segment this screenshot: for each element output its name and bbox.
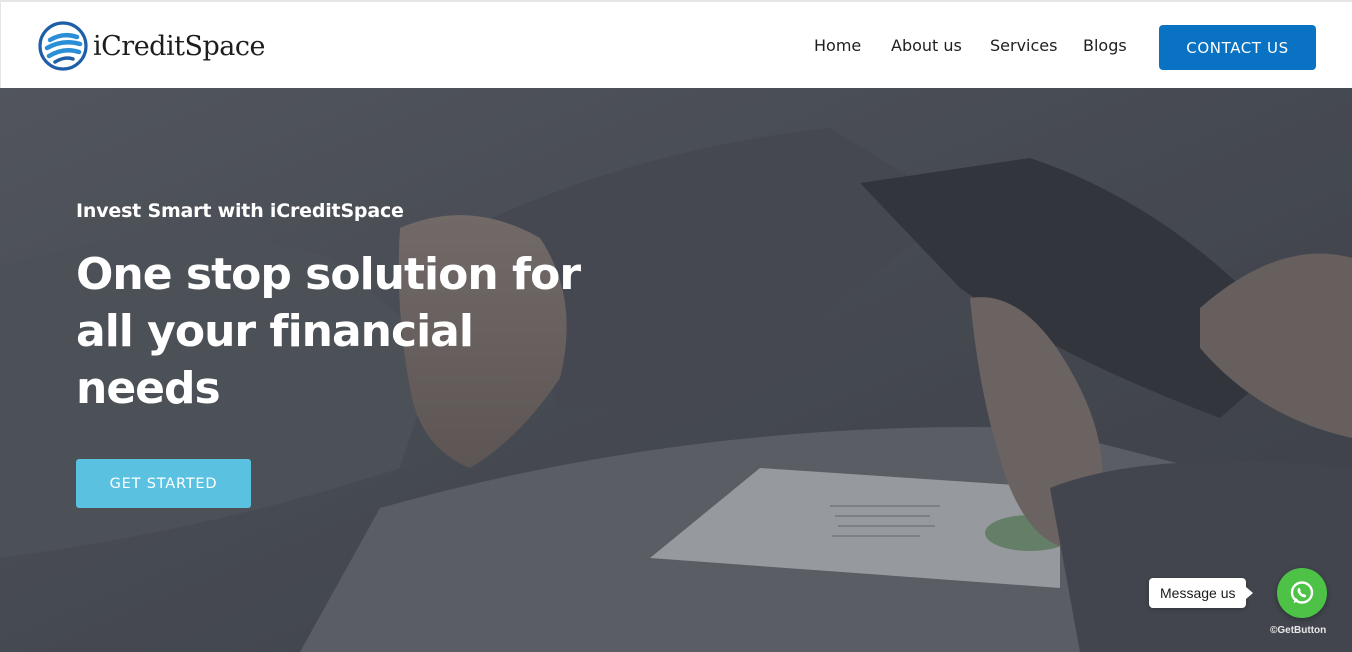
hero-title: One stop solution for all your financial… <box>76 246 636 417</box>
get-started-button[interactable]: GET STARTED <box>76 459 251 508</box>
hero-section: Invest Smart with iCreditSpace One stop … <box>0 88 1352 652</box>
message-us-tooltip[interactable]: Message us <box>1149 578 1255 608</box>
hero-eyebrow: Invest Smart with iCreditSpace <box>76 200 404 222</box>
nav-link-home[interactable]: Home <box>814 36 861 55</box>
getbutton-label: GetButton <box>1277 625 1327 636</box>
nav-link-about-us[interactable]: About us <box>891 36 962 55</box>
site-header: iCreditSpace Home About us Services Blog… <box>0 0 1352 88</box>
hero-title-line: One stop solution for <box>76 249 581 300</box>
main-nav: Home About us Services Blogs <box>1 36 1352 60</box>
whatsapp-chat-button[interactable] <box>1277 568 1327 618</box>
hero-title-line: needs <box>76 363 221 414</box>
nav-link-services[interactable]: Services <box>990 36 1057 55</box>
nav-link-blogs[interactable]: Blogs <box>1083 36 1127 55</box>
hero-title-line: all your financial <box>76 306 474 357</box>
whatsapp-icon <box>1290 581 1314 604</box>
getbutton-credit-link[interactable]: ©GetButton <box>1270 625 1326 636</box>
contact-us-button[interactable]: CONTACT US <box>1159 25 1316 70</box>
